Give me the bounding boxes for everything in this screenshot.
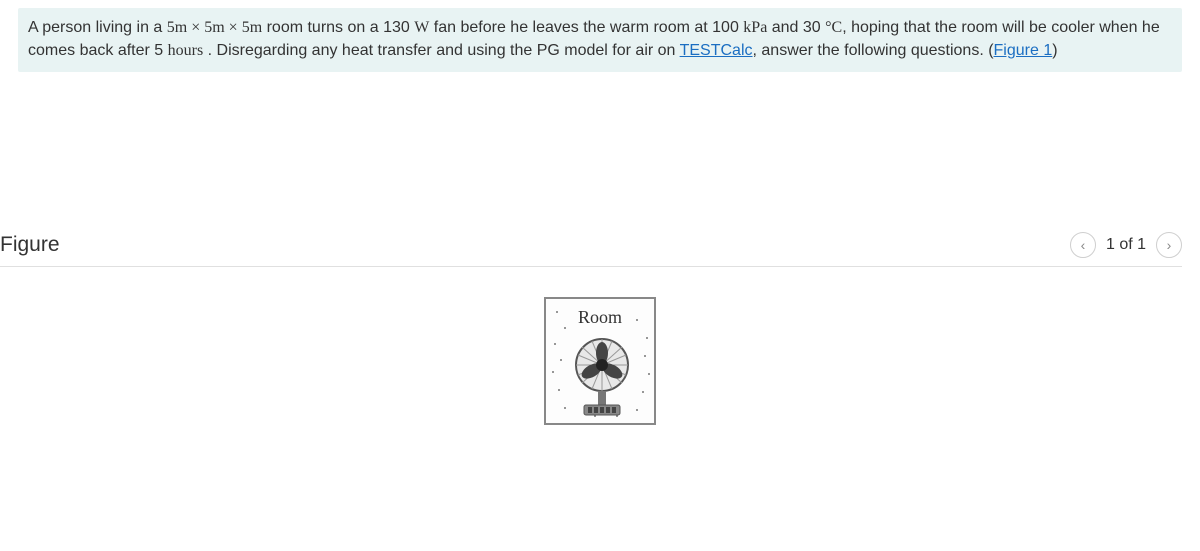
chevron-left-icon: ‹	[1081, 237, 1086, 253]
text: )	[1052, 42, 1057, 59]
figure-title: Figure	[0, 233, 60, 257]
figure-pager: ‹ 1 of 1 ›	[1070, 232, 1182, 258]
figure-area: Room	[0, 297, 1200, 425]
text: A person living in a	[28, 19, 167, 36]
text: fan before he leaves the warm room at 10…	[429, 19, 743, 36]
chevron-right-icon: ›	[1167, 237, 1172, 253]
unit-kpa: kPa	[743, 19, 767, 36]
pager-label: 1 of 1	[1106, 236, 1146, 254]
room-diagram: Room	[544, 297, 656, 425]
problem-statement: A person living in a 5m × 5m × 5m room t…	[18, 8, 1182, 72]
room-dimensions: 5m × 5m × 5m	[167, 19, 262, 36]
text: and 30	[767, 19, 825, 36]
figure-header: Figure ‹ 1 of 1 ›	[0, 232, 1182, 267]
testcalc-link[interactable]: TESTCalc	[680, 42, 753, 59]
figure-link[interactable]: Figure 1	[994, 42, 1053, 59]
unit-watt: W	[414, 19, 429, 36]
unit-degc: °C	[825, 19, 842, 36]
prev-figure-button[interactable]: ‹	[1070, 232, 1096, 258]
text: , answer the following questions. (	[753, 42, 994, 59]
next-figure-button[interactable]: ›	[1156, 232, 1182, 258]
text: . Disregarding any heat transfer and usi…	[203, 42, 679, 59]
text: room turns on a 130	[262, 19, 414, 36]
fan-icon	[570, 337, 634, 432]
room-label: Room	[546, 307, 654, 328]
unit-hours: hours	[168, 42, 204, 59]
